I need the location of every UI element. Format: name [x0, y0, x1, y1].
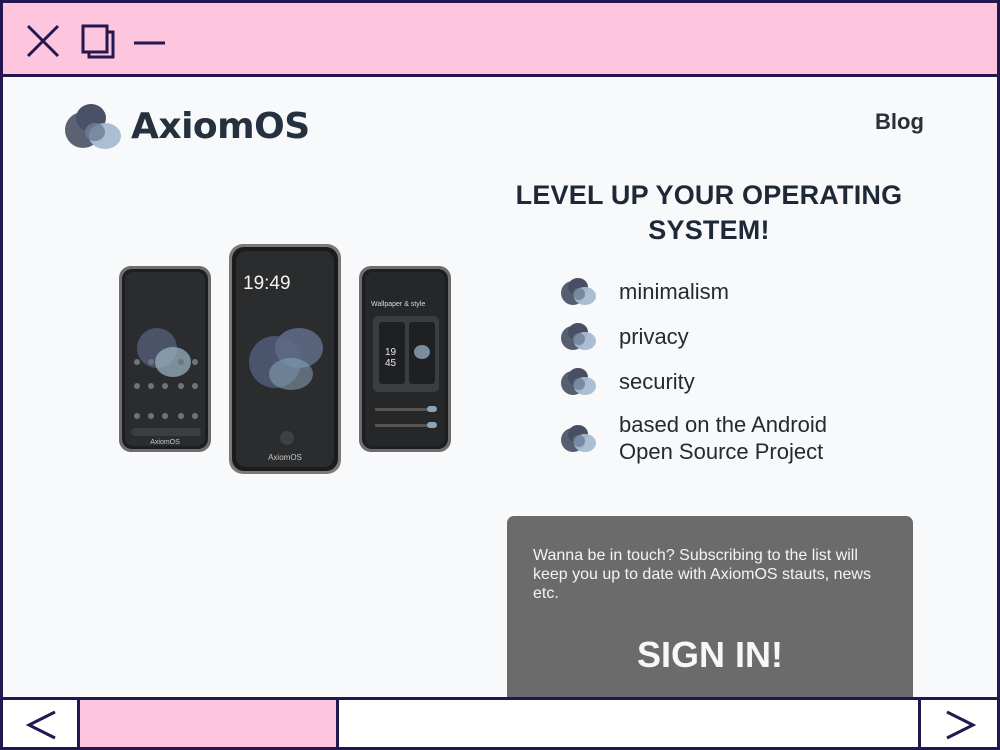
active-tab[interactable] [80, 700, 339, 747]
bottom-bar [3, 697, 997, 747]
svg-text:Wallpaper & style: Wallpaper & style [371, 301, 425, 308]
feature-label-line2: Open Source Project [619, 439, 824, 464]
brand-logo[interactable]: AxiomOS [61, 100, 310, 152]
phone-left: AxiomOS [119, 266, 211, 452]
headline-line2: SYSTEM! [648, 215, 770, 245]
axiom-bullet-icon [561, 323, 596, 350]
page-content: AxiomOS Blog AxiomOS 19:49 AxiomOS Wallp… [3, 80, 997, 698]
axiom-bullet-icon [561, 278, 596, 305]
headline-line1: LEVEL UP YOUR OPERATING [515, 180, 903, 210]
feature-label: privacy [619, 324, 689, 349]
svg-text:AxiomOS: AxiomOS [268, 453, 302, 462]
feature-label: based on the Android Open Source Project [619, 411, 827, 465]
feature-item-aosp: based on the Android Open Source Project [559, 411, 939, 465]
feature-item-privacy: privacy [559, 321, 939, 352]
axiom-bullet-icon [561, 368, 596, 395]
hero-headline: LEVEL UP YOUR OPERATING SYSTEM! [503, 178, 915, 248]
phones-mockup-image: AxiomOS 19:49 AxiomOS Wallpaper & style [119, 244, 451, 474]
feature-list: minimalism privacy security based on the… [559, 276, 939, 479]
axiom-bullet-icon [561, 424, 596, 452]
phone-center: 19:49 AxiomOS [229, 244, 341, 474]
chevron-left-icon [25, 710, 56, 740]
browser-window: AxiomOS Blog AxiomOS 19:49 AxiomOS Wallp… [0, 0, 1000, 750]
title-bar [3, 3, 997, 77]
brand-name: AxiomOS [131, 105, 310, 147]
back-button[interactable] [3, 700, 80, 747]
sign-in-button[interactable]: SIGN IN! [507, 634, 913, 676]
feature-label-line1: based on the Android [619, 412, 827, 437]
minimize-icon[interactable] [129, 21, 169, 61]
svg-text:19:49: 19:49 [243, 273, 291, 294]
feature-label: security [619, 369, 695, 394]
feature-item-minimalism: minimalism [559, 276, 939, 307]
maximize-icon[interactable] [77, 21, 117, 61]
nav-link-blog[interactable]: Blog [875, 109, 924, 135]
chevron-right-icon [946, 710, 977, 740]
close-icon[interactable] [23, 21, 63, 61]
phone-right: Wallpaper & style 19 45 [359, 266, 451, 452]
svg-text:45: 45 [385, 358, 397, 369]
feature-label: minimalism [619, 279, 729, 304]
svg-text:19: 19 [385, 347, 397, 358]
svg-text:AxiomOS: AxiomOS [150, 439, 180, 446]
address-bar[interactable] [339, 700, 921, 747]
forward-button[interactable] [921, 700, 997, 747]
feature-item-security: security [559, 366, 939, 397]
subscribe-card: Wanna be in touch? Subscribing to the li… [507, 516, 913, 698]
axiom-logo-icon [65, 104, 121, 149]
subscribe-text: Wanna be in touch? Subscribing to the li… [533, 547, 871, 602]
